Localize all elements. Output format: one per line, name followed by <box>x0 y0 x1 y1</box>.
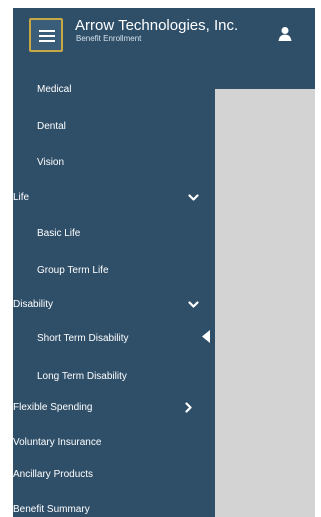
chevron-right-icon <box>185 402 192 413</box>
sidebar-item-label: Disability <box>13 299 54 310</box>
sidebar-item-label: Dental <box>37 121 66 132</box>
sidebar-item-label: Vision <box>37 157 65 168</box>
sidebar-item-label: Voluntary Insurance <box>13 437 102 448</box>
sidebar-nav: Medical Dental Vision Life Basic Life Gr… <box>13 58 215 517</box>
company-name: Arrow Technologies, Inc. <box>75 17 239 34</box>
sidebar-item-label: Group Term Life <box>37 265 109 276</box>
hamburger-icon-bar-middle <box>39 35 55 37</box>
sidebar-item-benefit-summary[interactable]: Benefit Summary <box>13 495 215 517</box>
sidebar-item-label: Ancillary Products <box>13 469 94 480</box>
sidebar-item-basic-life[interactable]: Basic Life <box>13 219 215 249</box>
sidebar-item-ancillary-products[interactable]: Ancillary Products <box>13 460 215 490</box>
sidebar-item-label: Medical <box>37 84 72 95</box>
sidebar-item-label: Basic Life <box>37 228 81 239</box>
sidebar-item-life[interactable]: Life <box>13 183 215 213</box>
sidebar-item-group-term-life[interactable]: Group Term Life <box>13 256 215 286</box>
app-subtitle: Benefit Enrollment <box>76 34 142 43</box>
sidebar-item-long-term-disability[interactable]: Long Term Disability <box>13 362 215 392</box>
sidebar-item-label: Benefit Summary <box>13 504 90 515</box>
sidebar-item-dental[interactable]: Dental <box>13 112 215 142</box>
sidebar-item-disability[interactable]: Disability <box>13 290 215 320</box>
sidebar-item-label: Short Term Disability <box>37 333 129 344</box>
sidebar-item-medical[interactable]: Medical <box>13 75 215 105</box>
main-content-area <box>215 89 315 517</box>
benefit-enrollment-app: Arrow Technologies, Inc. Benefit Enrollm… <box>13 8 315 517</box>
menu-button[interactable] <box>29 18 63 52</box>
sidebar-item-flexible-spending[interactable]: Flexible Spending <box>13 393 215 423</box>
hamburger-icon-bar-bottom <box>39 40 55 42</box>
sidebar-item-voluntary-insurance[interactable]: Voluntary Insurance <box>13 428 215 458</box>
sidebar-item-label: Long Term Disability <box>37 371 127 382</box>
active-item-pointer-icon <box>202 330 210 343</box>
chevron-down-icon <box>188 194 199 201</box>
sidebar-item-label: Flexible Spending <box>13 402 93 413</box>
app-header: Arrow Technologies, Inc. Benefit Enrollm… <box>13 8 315 58</box>
sidebar-item-label: Life <box>13 192 30 203</box>
sidebar-item-vision[interactable]: Vision <box>13 148 215 178</box>
sidebar-item-short-term-disability[interactable]: Short Term Disability <box>13 324 215 354</box>
chevron-down-icon <box>188 301 199 308</box>
user-icon[interactable] <box>277 26 293 42</box>
hamburger-icon-bar-top <box>39 30 55 32</box>
